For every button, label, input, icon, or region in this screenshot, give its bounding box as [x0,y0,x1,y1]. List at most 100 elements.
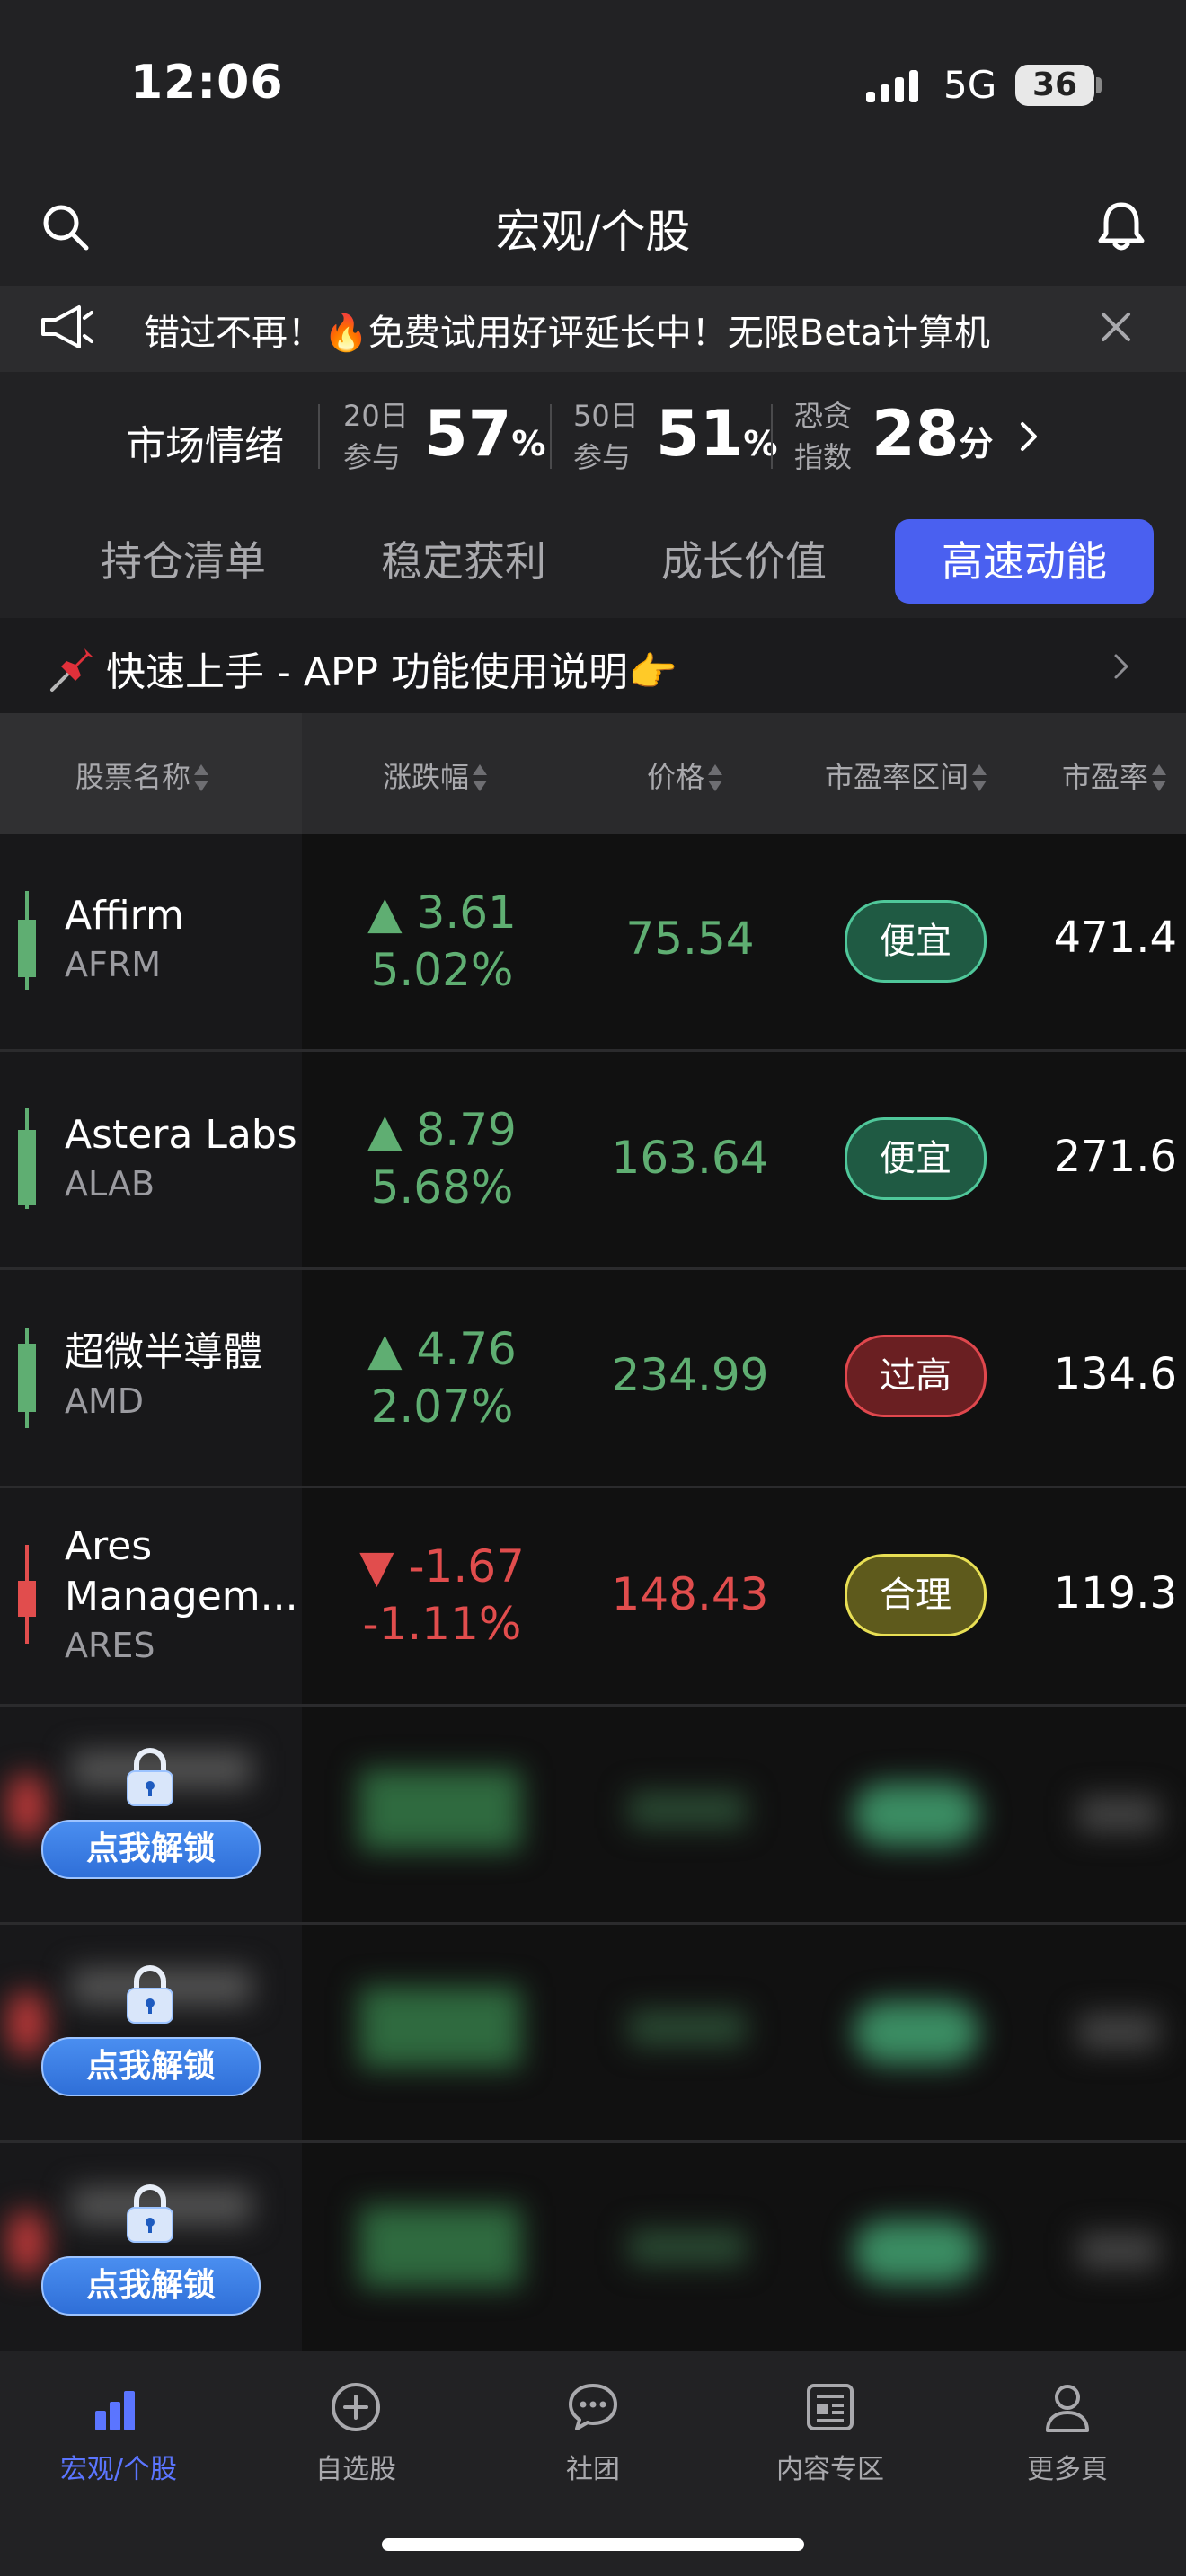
row-frozen-cell [0,834,302,1049]
sort-icon [1152,761,1167,797]
blurred-change [359,2206,521,2287]
column-header-change[interactable]: 涨跌幅 [383,754,488,797]
divider [771,404,773,469]
pe-range-badge: 合理 [845,1554,987,1636]
pe-range-badge: 便宜 [845,1117,987,1200]
blurred-candle [9,2211,45,2274]
unlock-button[interactable]: 点我解锁 [41,2256,261,2316]
tab-high-momentum[interactable]: 高速动能 [895,519,1154,604]
blurred-pe [1078,2233,1159,2269]
change-percent: -1.11% [362,1598,522,1650]
battery-tip [1096,77,1102,93]
blurred-pe [1078,1796,1159,1832]
chevron-right-icon[interactable] [1015,419,1042,454]
blurred-candle [9,1775,45,1838]
d20-label-1: 20日 [343,399,409,433]
blurred-change [359,1769,521,1850]
change-percent: 5.02% [370,944,514,996]
megaphone-icon [41,305,93,348]
pe-value: 471.4 [1053,913,1177,963]
unlock-button[interactable]: 点我解锁 [41,2037,261,2096]
row-frozen-cell [0,1270,302,1486]
divider [318,404,320,469]
blurred-price [629,2010,746,2046]
nav-watchlist[interactable]: 自选股 [237,2362,474,2486]
candle-body [18,920,36,977]
stock-code: AMD [65,1381,145,1421]
chevron-right-icon [1114,654,1129,679]
page-title: 宏观/个股 [495,206,691,258]
d20-unit: % [511,424,546,463]
change-amount: ▼ -1.67 [359,1540,525,1592]
column-header-pe[interactable]: 市盈率 [1062,754,1167,797]
d50-label-1: 50日 [573,399,639,433]
sentiment-label: 市场情绪 [126,423,284,469]
change-amount: ▲ 4.76 [367,1323,517,1375]
price: 234.99 [611,1349,769,1401]
guide-text: 快速上手 - APP 功能使用说明👉 [106,649,677,695]
change-percent: 2.07% [370,1381,514,1433]
column-header-pe-range[interactable]: 市盈率区间 [825,754,987,797]
pushpin-icon [50,648,93,692]
close-icon[interactable] [1098,309,1134,345]
fg-metric: 28分 [872,397,993,471]
plus-circle-icon [332,2383,380,2431]
fg-value: 28 [872,397,960,471]
pe-value: 119.3 [1053,1568,1177,1619]
column-header-name[interactable]: 股票名称 [75,754,209,797]
row-frozen-cell [0,2143,302,2359]
sort-icon [194,761,209,797]
blurred-price [629,2229,746,2265]
network-type: 5G [943,63,997,107]
d50-label-2: 参与 [573,440,632,474]
divider [550,404,552,469]
stock-code: ARES [65,1626,155,1665]
nav-community[interactable]: 社团 [474,2362,712,2486]
pe-range-badge: 过高 [845,1335,987,1417]
nav-label: 自选股 [315,2454,396,2485]
lock-icon [127,1965,173,2024]
candle-body [18,1344,36,1412]
person-icon [1046,2385,1089,2432]
nav-label: 社团 [566,2454,620,2485]
d20-value: 57 [424,397,512,471]
row-frozen-cell [0,1707,302,1922]
price: 75.54 [625,913,755,965]
tab-growth-value[interactable]: 成长价值 [615,519,873,604]
price: 148.43 [611,1568,769,1620]
home-indicator [382,2538,804,2551]
chat-bubble-icon [569,2384,617,2430]
bell-icon[interactable] [1096,199,1146,253]
blurred-candle [9,1992,45,2055]
tab-stable-profit[interactable]: 稳定获利 [334,519,593,604]
nav-label: 内容专区 [776,2454,884,2485]
tab-holdings[interactable]: 持仓清单 [54,519,313,604]
row-frozen-cell [0,1925,302,2140]
nav-macro-stocks[interactable]: 宏观/个股 [0,2362,237,2486]
stock-name: Astera Labs [65,1112,297,1158]
sort-icon [708,761,723,797]
d20-label-2: 参与 [343,440,402,474]
pe-range-badge: 便宜 [845,900,987,983]
nav-label: 宏观/个股 [59,2454,178,2485]
blurred-badge [854,2001,979,2064]
blurred-badge [854,2220,979,2283]
blurred-pe [1078,2014,1159,2050]
signal-icon [866,70,918,102]
change-amount: ▲ 8.79 [367,1104,517,1156]
pe-value: 271.6 [1053,1132,1177,1182]
nav-more[interactable]: 更多頁 [949,2362,1186,2486]
lock-icon [127,1748,173,1806]
stock-code: AFRM [65,945,162,984]
fg-unit: 分 [959,424,994,463]
d20-metric: 57% [424,397,546,471]
candle-body [18,1130,36,1205]
bar-chart-icon [95,2391,135,2430]
d50-metric: 51% [656,397,778,471]
nav-label: 更多頁 [1027,2454,1108,2485]
unlock-button[interactable]: 点我解锁 [41,1820,261,1879]
status-time: 12:06 [130,56,284,110]
column-header-price[interactable]: 价格 [647,754,723,797]
fg-label-2: 指数 [794,440,853,474]
nav-content[interactable]: 内容专区 [712,2362,949,2486]
